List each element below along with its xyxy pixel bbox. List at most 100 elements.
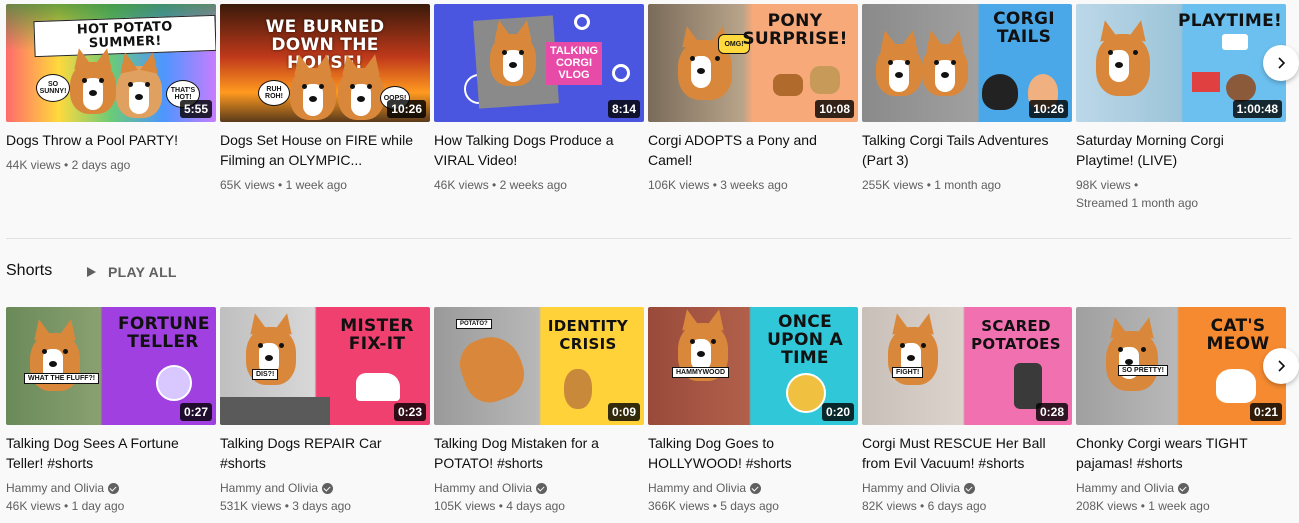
verified-icon [964,482,976,494]
view-count: 44K views [6,158,61,172]
video-title[interactable]: Dogs Throw a Pool PARTY! [6,130,206,150]
verified-icon [1178,482,1190,494]
channel-name[interactable]: Hammy and Olivia [434,479,644,497]
thumbnail-text: PLAYTIME! [1178,11,1283,31]
short-thumbnail[interactable]: FIGHT! SCARED POTATOES 0:28 [862,307,1072,425]
verified-icon [750,482,762,494]
short-title[interactable]: Talking Dog Sees A Fortune Teller! #shor… [6,433,206,473]
short-title[interactable]: Corgi Must RESCUE Her Ball from Evil Vac… [862,433,1062,473]
play-all-label: PLAY ALL [108,264,177,280]
dog-image [1106,331,1158,391]
next-button[interactable] [1263,348,1299,384]
dog-image [338,68,384,120]
thumbnail-text: CORGI TAILS [993,9,1055,47]
short-title[interactable]: Talking Dog Mistaken for a POTATO! #shor… [434,433,634,473]
video-meta: 98K views • Streamed 1 month ago [1076,176,1286,212]
short-thumbnail[interactable]: SO PRETTY! CAT'S MEOW 0:21 [1076,307,1286,425]
short-card[interactable]: WHAT THE FLUFF?! FORTUNE TELLER 0:27 Tal… [6,307,216,515]
channel-name[interactable]: Hammy and Olivia [862,479,1072,497]
short-meta: Hammy and Olivia 105K views • 4 days ago [434,479,644,515]
video-card[interactable]: TALKING CORGI VLOG 8:14 How Talking Dogs… [434,4,644,212]
short-thumbnail[interactable]: DIS?! MISTER FIX-IT 0:23 [220,307,430,425]
view-count: 98K views • [1076,178,1139,192]
short-title[interactable]: Chonky Corgi wears TIGHT pajamas! #short… [1076,433,1276,473]
video-duration: 10:26 [1029,100,1068,118]
thumbnail-text: IDENTITY CRISIS [547,317,629,353]
thumbnail-tag: WHAT THE FLUFF?! [24,373,100,384]
video-duration: 0:21 [1249,403,1282,421]
play-all-button[interactable]: PLAY ALL [84,264,177,280]
view-count: 65K views [220,178,275,192]
short-card[interactable]: FIGHT! SCARED POTATOES 0:28 Corgi Must R… [862,307,1072,515]
video-title[interactable]: Dogs Set House on FIRE while Filming an … [220,130,420,170]
video-thumbnail[interactable]: CORGI TAILS 10:26 [862,4,1072,122]
video-thumbnail[interactable]: WE BURNED DOWN THE HOUSE! RUH ROH! OOPS!… [220,4,430,122]
short-thumbnail[interactable]: WHAT THE FLUFF?! FORTUNE TELLER 0:27 [6,307,216,425]
dog-image [1096,34,1150,96]
video-duration: 0:28 [1035,403,1068,421]
short-meta: Hammy and Olivia 208K views • 1 week ago [1076,479,1286,515]
video-meta: 255K views • 1 month ago [862,178,1001,192]
video-thumbnail[interactable]: OMG! PONY SURPRISE! 10:08 [648,4,858,122]
thumbnail-tag: HAMMYWOOD [672,367,729,378]
dog-image [452,328,532,410]
video-title[interactable]: How Talking Dogs Produce a VIRAL Video! [434,130,634,170]
short-card[interactable]: SO PRETTY! CAT'S MEOW 0:21 Chonky Corgi … [1076,307,1286,515]
channel-label: Hammy and Olivia [6,481,105,495]
channel-name[interactable]: Hammy and Olivia [1076,479,1286,497]
short-title[interactable]: Talking Dog Goes to HOLLYWOOD! #shorts [648,433,848,473]
upload-age: 5 days ago [720,499,779,513]
channel-label: Hammy and Olivia [648,481,747,495]
video-meta: 106K views • 3 weeks ago [648,178,788,192]
section-divider [6,238,1291,239]
channel-name[interactable]: Hammy and Olivia [6,479,216,497]
channel-label: Hammy and Olivia [220,481,319,495]
thumbnail-text: CAT'S MEOW [1206,316,1270,354]
short-thumbnail[interactable]: HAMMYWOOD ONCE UPON A TIME 0:20 [648,307,858,425]
video-card[interactable]: HOT POTATO SUMMER! SO SUNNY! THAT'S HOT!… [6,4,216,212]
thumbnail-text: PONY SURPRISE! [742,11,848,49]
thumbnail-tag: SO PRETTY! [1118,365,1169,376]
dog-image [116,66,162,118]
short-thumbnail[interactable]: POTATO? IDENTITY CRISIS 0:09 [434,307,644,425]
shorts-row: WHAT THE FLUFF?! FORTUNE TELLER 0:27 Tal… [6,307,1286,515]
upload-age: 1 week ago [1148,499,1210,513]
upload-age: 6 days ago [927,499,987,513]
dog-image [876,44,922,96]
view-count: 106K views [648,178,710,192]
view-count: 105K views [434,499,496,513]
thumbnail-tag: DIS?! [252,369,279,380]
thumbnail-text: HOT POTATO SUMMER! [33,14,216,58]
video-card[interactable]: OMG! PONY SURPRISE! 10:08 Corgi ADOPTS a… [648,4,858,212]
short-card[interactable]: POTATO? IDENTITY CRISIS 0:09 Talking Dog… [434,307,644,515]
short-card[interactable]: DIS?! MISTER FIX-IT 0:23 Talking Dogs RE… [220,307,430,515]
view-count: 46K views [6,499,61,513]
video-duration: 1:00:48 [1232,100,1282,118]
next-button[interactable] [1263,45,1299,81]
video-title[interactable]: Corgi ADOPTS a Pony and Camel! [648,130,848,170]
video-thumbnail[interactable]: PLAYTIME! 1:00:48 [1076,4,1286,122]
short-card[interactable]: HAMMYWOOD ONCE UPON A TIME 0:20 Talking … [648,307,858,515]
thumbnail-text: ONCE UPON A TIME [767,312,843,368]
view-count: 208K views [1076,499,1138,513]
video-title[interactable]: Saturday Morning Corgi Playtime! (LIVE) [1076,130,1276,170]
channel-name[interactable]: Hammy and Olivia [220,479,430,497]
upload-age: 3 weeks ago [720,178,788,192]
short-meta: Hammy and Olivia 46K views • 1 day ago [6,479,216,515]
video-meta: 65K views • 1 week ago [220,178,347,192]
view-count: 82K views [862,499,917,513]
view-count: 255K views [862,178,924,192]
video-card[interactable]: WE BURNED DOWN THE HOUSE! RUH ROH! OOPS!… [220,4,430,212]
view-count: 531K views [220,499,282,513]
video-thumbnail[interactable]: HOT POTATO SUMMER! SO SUNNY! THAT'S HOT!… [6,4,216,122]
short-title[interactable]: Talking Dogs REPAIR Car #shorts [220,433,420,473]
view-count: 366K views [648,499,710,513]
channel-name[interactable]: Hammy and Olivia [648,479,858,497]
upload-age: 1 day ago [71,499,125,513]
video-card[interactable]: CORGI TAILS 10:26 Talking Corgi Tails Ad… [862,4,1072,212]
video-card[interactable]: PLAYTIME! 1:00:48 Saturday Morning Corgi… [1076,4,1286,212]
upload-age: 1 month ago [934,178,1001,192]
video-title[interactable]: Talking Corgi Tails Adventures (Part 3) [862,130,1062,170]
speech-bubble: RUH ROH! [258,80,290,106]
video-thumbnail[interactable]: TALKING CORGI VLOG 8:14 [434,4,644,122]
